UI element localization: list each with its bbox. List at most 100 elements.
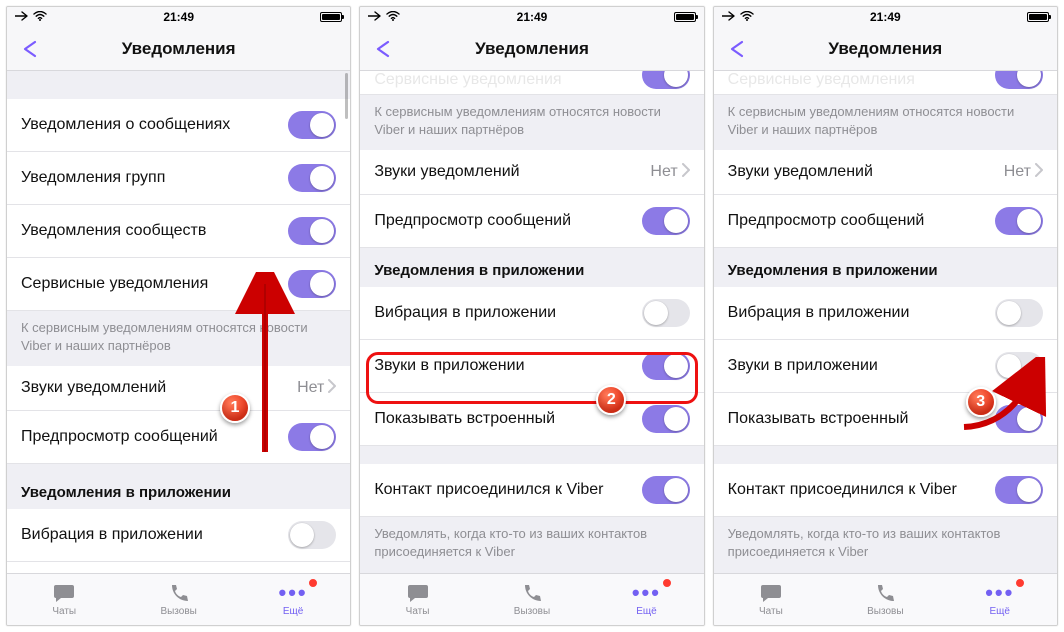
row-label: Звуки уведомлений [374, 163, 650, 181]
back-button[interactable] [720, 27, 756, 70]
toggle-builtin-banner[interactable] [642, 405, 690, 433]
row-show-builtin-banner[interactable]: Показывать встроенный [714, 393, 1057, 446]
toggle-message-preview[interactable] [288, 423, 336, 451]
row-label: Контакт присоединился к Viber [374, 481, 641, 499]
notification-dot [662, 578, 672, 588]
row-in-app-vibration[interactable]: Вибрация в приложении [714, 287, 1057, 340]
toggle-message-notifications[interactable] [288, 111, 336, 139]
row-partial-top: Сервисные уведомления [360, 71, 703, 95]
screen-3: 21:49 Уведомления Сервисные уведомления … [713, 6, 1058, 626]
tab-chats[interactable]: Чаты [7, 574, 121, 625]
row-label: Вибрация в приложении [21, 526, 288, 544]
toggle-message-preview[interactable] [995, 207, 1043, 235]
chat-icon [52, 582, 76, 604]
row-message-notifications[interactable]: Уведомления о сообщениях [7, 99, 350, 152]
service-note: К сервисным уведомлениям относятся новос… [714, 95, 1057, 150]
toggle-partial-top[interactable] [642, 71, 690, 89]
row-label: Звуки уведомлений [728, 163, 1004, 181]
tab-label: Вызовы [514, 606, 550, 617]
battery-icon [674, 12, 696, 22]
tab-label: Чаты [52, 606, 76, 617]
page-title: Уведомления [714, 39, 1057, 59]
toggle-in-app-sounds-off[interactable] [995, 352, 1043, 380]
settings-list: Уведомления о сообщениях Уведомления гру… [7, 71, 350, 573]
row-label: Уведомления о сообщениях [21, 116, 288, 134]
tab-more[interactable]: ••• Ещё [236, 574, 350, 625]
row-label: Контакт присоединился к Viber [728, 481, 995, 499]
toggle-in-app-vibration[interactable] [995, 299, 1043, 327]
toggle-service-notifications[interactable] [288, 270, 336, 298]
row-message-preview[interactable]: Предпросмотр сообщений [360, 195, 703, 248]
row-label: Сервисные уведомления [21, 275, 288, 293]
toggle-group-notifications[interactable] [288, 164, 336, 192]
back-button[interactable] [366, 27, 402, 70]
section-in-app: Уведомления в приложении [714, 248, 1057, 287]
tab-more[interactable]: ••• Ещё [943, 574, 1057, 625]
tab-calls[interactable]: Вызовы [475, 574, 589, 625]
status-bar: 21:49 [714, 7, 1057, 27]
row-notification-sounds[interactable]: Звуки уведомлений Нет [7, 366, 350, 411]
airplane-mode-icon [722, 10, 736, 25]
row-notification-sounds[interactable]: Звуки уведомлений Нет [360, 150, 703, 195]
row-service-notifications[interactable]: Сервисные уведомления [7, 258, 350, 311]
toggle-in-app-vibration[interactable] [642, 299, 690, 327]
tab-calls[interactable]: Вызовы [828, 574, 942, 625]
tab-label: Ещё [990, 606, 1010, 617]
row-group-notifications[interactable]: Уведомления групп [7, 152, 350, 205]
tab-label: Ещё [283, 606, 303, 617]
status-bar: 21:49 [360, 7, 703, 27]
toggle-contact-joined[interactable] [995, 476, 1043, 504]
chat-icon [406, 582, 430, 604]
chevron-right-icon [682, 163, 690, 182]
row-partial-bottom: x [7, 562, 350, 573]
service-note: К сервисным уведомлениям относятся новос… [360, 95, 703, 150]
tab-chats[interactable]: Чаты [714, 574, 828, 625]
toggle-builtin-banner[interactable] [995, 405, 1043, 433]
chevron-right-icon [328, 379, 336, 398]
section-in-app: Уведомления в приложении [7, 464, 350, 509]
contact-joined-note: Уведомлять, когда кто-то из ваших контак… [714, 517, 1057, 572]
row-show-builtin-banner[interactable]: Показывать встроенный [360, 393, 703, 446]
row-label: Вибрация в приложении [374, 304, 641, 322]
toggle-partial-top[interactable] [995, 71, 1043, 89]
row-in-app-sounds[interactable]: Звуки в приложении [714, 340, 1057, 393]
row-notification-sounds[interactable]: Звуки уведомлений Нет [714, 150, 1057, 195]
tab-bar: Чаты Вызовы ••• Ещё [7, 573, 350, 625]
wifi-icon [386, 10, 400, 24]
toggle-in-app-sounds[interactable] [642, 352, 690, 380]
notification-dot [308, 578, 318, 588]
row-in-app-sounds[interactable]: Звуки в приложении [360, 340, 703, 393]
nav-bar: Уведомления [360, 27, 703, 71]
tab-chats[interactable]: Чаты [360, 574, 474, 625]
status-time: 21:49 [7, 10, 350, 24]
page-title: Уведомления [7, 39, 350, 59]
row-contact-joined[interactable]: Контакт присоединился к Viber [360, 464, 703, 517]
tab-bar: Чаты Вызовы ••• Ещё [360, 573, 703, 625]
toggle-community-notifications[interactable] [288, 217, 336, 245]
chevron-right-icon [1035, 163, 1043, 182]
row-contact-joined[interactable]: Контакт присоединился к Viber [714, 464, 1057, 517]
row-in-app-vibration[interactable]: Вибрация в приложении [7, 509, 350, 562]
tab-more[interactable]: ••• Ещё [589, 574, 703, 625]
back-button[interactable] [13, 27, 49, 70]
toggle-message-preview[interactable] [642, 207, 690, 235]
row-label: Звуки в приложении [728, 357, 995, 375]
wifi-icon [33, 10, 47, 24]
status-time: 21:49 [360, 10, 703, 24]
toggle-in-app-vibration[interactable] [288, 521, 336, 549]
tab-label: Чаты [406, 606, 430, 617]
toggle-contact-joined[interactable] [642, 476, 690, 504]
chat-icon [759, 582, 783, 604]
tab-label: Вызовы [160, 606, 196, 617]
row-community-notifications[interactable]: Уведомления сообществ [7, 205, 350, 258]
row-message-preview[interactable]: Предпросмотр сообщений [714, 195, 1057, 248]
row-label: Звуки в приложении [374, 357, 641, 375]
row-value: Нет [650, 163, 677, 181]
tab-label: Вызовы [867, 606, 903, 617]
phone-icon [520, 582, 544, 604]
tab-calls[interactable]: Вызовы [121, 574, 235, 625]
more-icon: ••• [632, 582, 661, 604]
row-in-app-vibration[interactable]: Вибрация в приложении [360, 287, 703, 340]
battery-icon [320, 12, 342, 22]
row-message-preview[interactable]: Предпросмотр сообщений [7, 411, 350, 464]
